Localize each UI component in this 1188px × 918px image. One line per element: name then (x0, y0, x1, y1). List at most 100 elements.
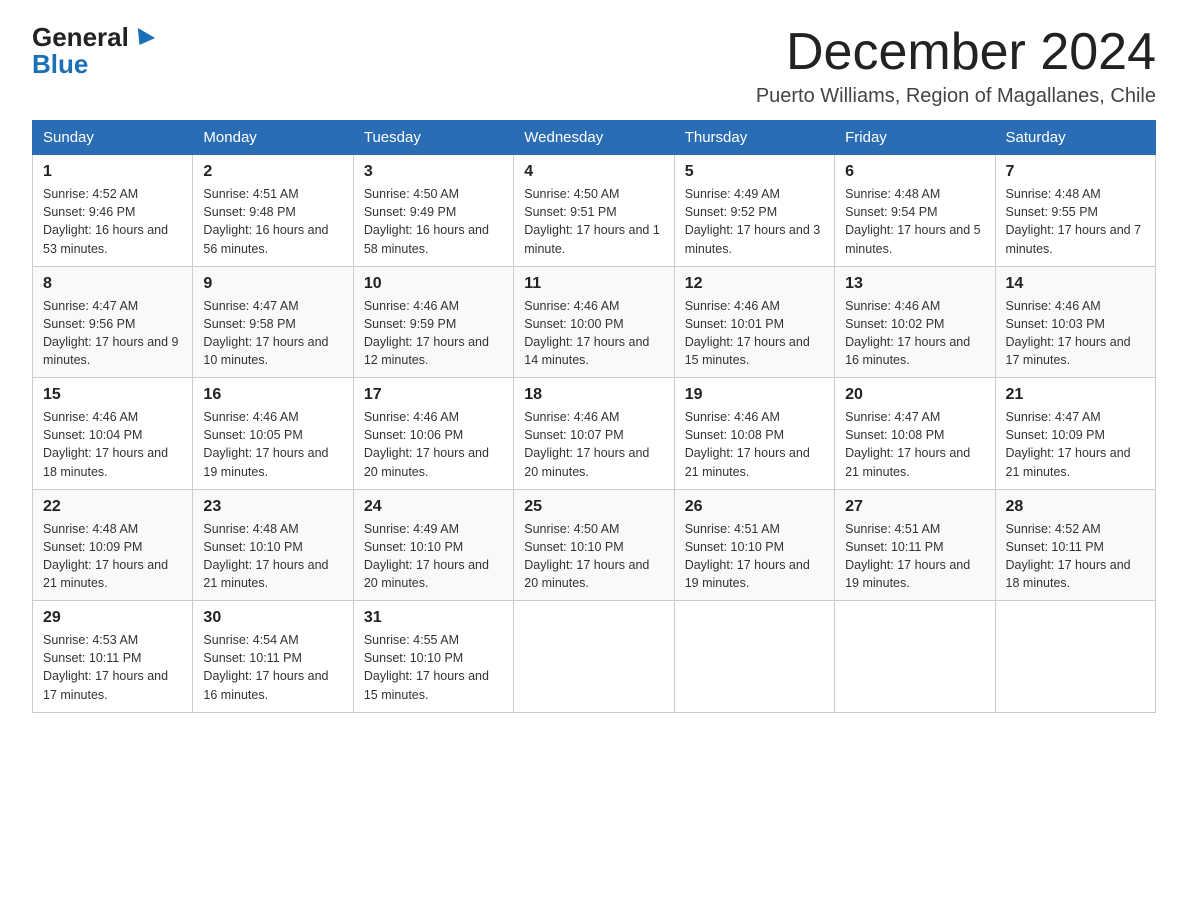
day-info: Sunrise: 4:46 AMSunset: 10:03 PMDaylight… (1006, 297, 1145, 370)
day-info: Sunrise: 4:52 AMSunset: 10:11 PMDaylight… (1006, 520, 1145, 593)
day-number: 6 (845, 163, 984, 181)
week-row-5: 29 Sunrise: 4:53 AMSunset: 10:11 PMDayli… (33, 601, 1156, 713)
weekday-header-sunday: Sunday (33, 121, 193, 155)
weekday-header-thursday: Thursday (674, 121, 834, 155)
day-number: 25 (524, 498, 663, 516)
day-info: Sunrise: 4:53 AMSunset: 10:11 PMDaylight… (43, 631, 182, 704)
day-info: Sunrise: 4:46 AMSunset: 10:06 PMDaylight… (364, 408, 503, 481)
day-info: Sunrise: 4:48 AMSunset: 10:09 PMDaylight… (43, 520, 182, 593)
day-info: Sunrise: 4:50 AMSunset: 10:10 PMDaylight… (524, 520, 663, 593)
day-info: Sunrise: 4:46 AMSunset: 10:01 PMDaylight… (685, 297, 824, 370)
day-info: Sunrise: 4:46 AMSunset: 10:05 PMDaylight… (203, 408, 342, 481)
calendar-cell: 4 Sunrise: 4:50 AMSunset: 9:51 PMDayligh… (514, 155, 674, 267)
calendar-cell: 10 Sunrise: 4:46 AMSunset: 9:59 PMDaylig… (353, 266, 513, 378)
day-number: 28 (1006, 498, 1145, 516)
calendar-cell: 9 Sunrise: 4:47 AMSunset: 9:58 PMDayligh… (193, 266, 353, 378)
day-info: Sunrise: 4:50 AMSunset: 9:49 PMDaylight:… (364, 185, 503, 258)
day-number: 8 (43, 275, 182, 293)
calendar-cell: 8 Sunrise: 4:47 AMSunset: 9:56 PMDayligh… (33, 266, 193, 378)
day-number: 15 (43, 386, 182, 404)
day-number: 7 (1006, 163, 1145, 181)
calendar-table: SundayMondayTuesdayWednesdayThursdayFrid… (32, 120, 1156, 713)
day-info: Sunrise: 4:51 AMSunset: 9:48 PMDaylight:… (203, 185, 342, 258)
calendar-cell: 13 Sunrise: 4:46 AMSunset: 10:02 PMDayli… (835, 266, 995, 378)
page-header: General Blue December 2024 Puerto Willia… (32, 24, 1156, 108)
logo-general: General (32, 22, 129, 52)
weekday-header-saturday: Saturday (995, 121, 1155, 155)
day-number: 12 (685, 275, 824, 293)
day-info: Sunrise: 4:49 AMSunset: 9:52 PMDaylight:… (685, 185, 824, 258)
day-number: 27 (845, 498, 984, 516)
day-number: 13 (845, 275, 984, 293)
day-info: Sunrise: 4:46 AMSunset: 9:59 PMDaylight:… (364, 297, 503, 370)
week-row-2: 8 Sunrise: 4:47 AMSunset: 9:56 PMDayligh… (33, 266, 1156, 378)
calendar-cell (674, 601, 834, 713)
day-number: 23 (203, 498, 342, 516)
month-title: December 2024 (756, 24, 1156, 81)
calendar-cell: 22 Sunrise: 4:48 AMSunset: 10:09 PMDayli… (33, 489, 193, 601)
day-info: Sunrise: 4:52 AMSunset: 9:46 PMDaylight:… (43, 185, 182, 258)
calendar-cell: 23 Sunrise: 4:48 AMSunset: 10:10 PMDayli… (193, 489, 353, 601)
day-number: 16 (203, 386, 342, 404)
day-number: 24 (364, 498, 503, 516)
day-number: 29 (43, 609, 182, 627)
calendar-cell: 26 Sunrise: 4:51 AMSunset: 10:10 PMDayli… (674, 489, 834, 601)
calendar-cell: 5 Sunrise: 4:49 AMSunset: 9:52 PMDayligh… (674, 155, 834, 267)
calendar-cell (835, 601, 995, 713)
calendar-cell: 6 Sunrise: 4:48 AMSunset: 9:54 PMDayligh… (835, 155, 995, 267)
day-info: Sunrise: 4:48 AMSunset: 9:54 PMDaylight:… (845, 185, 984, 258)
calendar-cell: 14 Sunrise: 4:46 AMSunset: 10:03 PMDayli… (995, 266, 1155, 378)
calendar-cell: 16 Sunrise: 4:46 AMSunset: 10:05 PMDayli… (193, 378, 353, 490)
calendar-cell: 25 Sunrise: 4:50 AMSunset: 10:10 PMDayli… (514, 489, 674, 601)
calendar-cell: 20 Sunrise: 4:47 AMSunset: 10:08 PMDayli… (835, 378, 995, 490)
day-number: 1 (43, 163, 182, 181)
calendar-cell: 2 Sunrise: 4:51 AMSunset: 9:48 PMDayligh… (193, 155, 353, 267)
calendar-cell: 12 Sunrise: 4:46 AMSunset: 10:01 PMDayli… (674, 266, 834, 378)
weekday-header-row: SundayMondayTuesdayWednesdayThursdayFrid… (33, 121, 1156, 155)
calendar-cell: 7 Sunrise: 4:48 AMSunset: 9:55 PMDayligh… (995, 155, 1155, 267)
day-info: Sunrise: 4:46 AMSunset: 10:04 PMDaylight… (43, 408, 182, 481)
day-number: 14 (1006, 275, 1145, 293)
weekday-header-friday: Friday (835, 121, 995, 155)
logo-triangle-icon (131, 28, 155, 50)
day-info: Sunrise: 4:47 AMSunset: 9:56 PMDaylight:… (43, 297, 182, 370)
day-number: 17 (364, 386, 503, 404)
title-block: December 2024 Puerto Williams, Region of… (756, 24, 1156, 108)
day-number: 18 (524, 386, 663, 404)
calendar-cell: 17 Sunrise: 4:46 AMSunset: 10:06 PMDayli… (353, 378, 513, 490)
calendar-cell: 21 Sunrise: 4:47 AMSunset: 10:09 PMDayli… (995, 378, 1155, 490)
day-info: Sunrise: 4:50 AMSunset: 9:51 PMDaylight:… (524, 185, 663, 258)
calendar-cell: 11 Sunrise: 4:46 AMSunset: 10:00 PMDayli… (514, 266, 674, 378)
day-info: Sunrise: 4:46 AMSunset: 10:02 PMDaylight… (845, 297, 984, 370)
day-info: Sunrise: 4:47 AMSunset: 9:58 PMDaylight:… (203, 297, 342, 370)
weekday-header-wednesday: Wednesday (514, 121, 674, 155)
location-title: Puerto Williams, Region of Magallanes, C… (756, 85, 1156, 108)
weekday-header-monday: Monday (193, 121, 353, 155)
calendar-cell: 29 Sunrise: 4:53 AMSunset: 10:11 PMDayli… (33, 601, 193, 713)
day-info: Sunrise: 4:48 AMSunset: 9:55 PMDaylight:… (1006, 185, 1145, 258)
calendar-cell: 19 Sunrise: 4:46 AMSunset: 10:08 PMDayli… (674, 378, 834, 490)
calendar-cell: 31 Sunrise: 4:55 AMSunset: 10:10 PMDayli… (353, 601, 513, 713)
day-number: 10 (364, 275, 503, 293)
day-info: Sunrise: 4:46 AMSunset: 10:08 PMDaylight… (685, 408, 824, 481)
day-number: 31 (364, 609, 503, 627)
day-info: Sunrise: 4:49 AMSunset: 10:10 PMDaylight… (364, 520, 503, 593)
day-number: 11 (524, 275, 663, 293)
day-info: Sunrise: 4:51 AMSunset: 10:11 PMDaylight… (845, 520, 984, 593)
calendar-cell (995, 601, 1155, 713)
day-info: Sunrise: 4:54 AMSunset: 10:11 PMDaylight… (203, 631, 342, 704)
calendar-cell: 24 Sunrise: 4:49 AMSunset: 10:10 PMDayli… (353, 489, 513, 601)
day-number: 19 (685, 386, 824, 404)
logo: General Blue (32, 24, 153, 77)
calendar-cell: 3 Sunrise: 4:50 AMSunset: 9:49 PMDayligh… (353, 155, 513, 267)
day-info: Sunrise: 4:51 AMSunset: 10:10 PMDaylight… (685, 520, 824, 593)
calendar-cell: 30 Sunrise: 4:54 AMSunset: 10:11 PMDayli… (193, 601, 353, 713)
week-row-4: 22 Sunrise: 4:48 AMSunset: 10:09 PMDayli… (33, 489, 1156, 601)
day-number: 2 (203, 163, 342, 181)
logo-blue: Blue (32, 51, 88, 77)
day-number: 20 (845, 386, 984, 404)
calendar-cell: 15 Sunrise: 4:46 AMSunset: 10:04 PMDayli… (33, 378, 193, 490)
calendar-cell: 28 Sunrise: 4:52 AMSunset: 10:11 PMDayli… (995, 489, 1155, 601)
day-number: 3 (364, 163, 503, 181)
calendar-cell: 18 Sunrise: 4:46 AMSunset: 10:07 PMDayli… (514, 378, 674, 490)
